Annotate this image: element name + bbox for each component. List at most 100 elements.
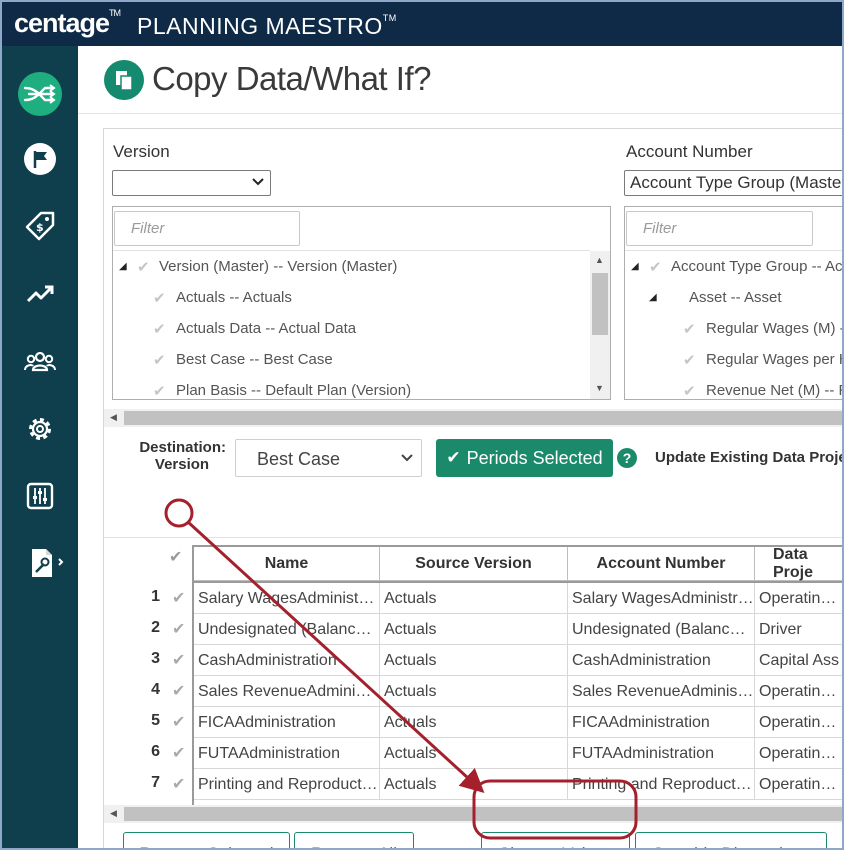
check-icon[interactable]: ✔ bbox=[153, 351, 166, 369]
row-check-icon[interactable]: ✔ bbox=[172, 619, 185, 639]
table-row[interactable]: 1 ✔ Salary WagesAdministr… Actuals Salar… bbox=[104, 583, 842, 614]
cell-name[interactable]: FUTAAdministration bbox=[194, 738, 380, 769]
sidebar-item-trends[interactable] bbox=[16, 270, 64, 318]
column-header-source-version[interactable]: Source Version bbox=[380, 547, 568, 581]
version-tree-item[interactable]: Actuals -- Actuals bbox=[176, 289, 292, 306]
cell-data-projection[interactable]: Operating E bbox=[755, 707, 842, 738]
cell-data-projection[interactable]: Operating E bbox=[755, 769, 842, 800]
cell-source-version[interactable]: Actuals bbox=[380, 583, 568, 614]
grid-horizontal-scrollbar[interactable]: ◀ bbox=[104, 805, 842, 823]
table-row[interactable]: 7 ✔ Printing and Reproduct… Actuals Prin… bbox=[104, 769, 842, 801]
check-icon[interactable]: ✔ bbox=[683, 320, 696, 338]
scroll-down-icon[interactable]: ▼ bbox=[595, 383, 604, 393]
scroll-thumb[interactable] bbox=[124, 411, 842, 425]
check-icon[interactable]: ✔ bbox=[683, 351, 696, 369]
sidebar-item-settings[interactable] bbox=[16, 405, 64, 453]
filters-horizontal-scrollbar[interactable]: ◀ bbox=[104, 409, 842, 427]
override-dimensions-button[interactable]: Override Dimensions bbox=[635, 832, 827, 848]
version-tree-item[interactable]: Version (Master) -- Version (Master) bbox=[159, 258, 397, 275]
check-icon[interactable]: ✔ bbox=[137, 258, 150, 276]
scroll-thumb[interactable] bbox=[124, 807, 842, 821]
check-icon[interactable]: ✔ bbox=[683, 382, 696, 399]
scroll-thumb[interactable] bbox=[592, 273, 608, 335]
remove-selected-button[interactable]: Remove Selected bbox=[123, 832, 290, 848]
version-tree-item[interactable]: Best Case -- Best Case bbox=[176, 351, 333, 368]
table-row[interactable]: 3 ✔ CashAdministration Actuals CashAdmin… bbox=[104, 645, 842, 676]
cell-account-number[interactable]: Printing and Reproduct… bbox=[568, 769, 755, 800]
sidebar-item-adjustments[interactable] bbox=[16, 472, 64, 520]
version-tree-item[interactable]: Actuals Data -- Actual Data bbox=[176, 320, 356, 337]
row-check-icon[interactable]: ✔ bbox=[172, 650, 185, 670]
destination-version-select[interactable]: Best Case bbox=[235, 439, 422, 477]
account-number-select[interactable]: Account Type Group (Maste bbox=[624, 170, 842, 196]
column-header-data-projection[interactable]: Data Proje bbox=[755, 546, 842, 581]
cell-data-projection[interactable]: Operating E bbox=[755, 676, 842, 707]
cell-account-number[interactable]: FUTAAdministration bbox=[568, 738, 755, 769]
account-tree-item[interactable]: Regular Wages (M) -- bbox=[706, 320, 842, 337]
check-icon[interactable]: ✔ bbox=[153, 289, 166, 307]
sidebar-item-reports[interactable] bbox=[22, 539, 70, 587]
help-icon[interactable]: ? bbox=[617, 448, 637, 468]
row-check-icon[interactable]: ✔ bbox=[172, 774, 185, 794]
cell-name[interactable]: Undesignated (Balance… bbox=[194, 614, 380, 645]
table-row[interactable]: 5 ✔ FICAAdministration Actuals FICAAdmin… bbox=[104, 707, 842, 738]
cell-data-projection[interactable]: Driver bbox=[755, 614, 842, 645]
cell-data-projection[interactable]: Operating E bbox=[755, 738, 842, 769]
collapse-triangle-icon[interactable]: ◢ bbox=[119, 261, 127, 272]
sidebar-item-flag[interactable] bbox=[16, 135, 64, 183]
table-row[interactable]: 4 ✔ Sales RevenueAdminis… Actuals Sales … bbox=[104, 676, 842, 707]
cell-source-version[interactable]: Actuals bbox=[380, 645, 568, 676]
cell-name[interactable]: CashAdministration bbox=[194, 645, 380, 676]
account-tree-item[interactable]: Account Type Group -- Acc bbox=[671, 258, 842, 275]
column-header-account-number[interactable]: Account Number bbox=[568, 547, 755, 581]
account-tree-item[interactable]: Asset -- Asset bbox=[689, 289, 782, 306]
check-icon[interactable]: ✔ bbox=[649, 258, 662, 276]
cell-source-version[interactable]: Actuals bbox=[380, 676, 568, 707]
row-check-icon[interactable]: ✔ bbox=[172, 681, 185, 701]
version-filter-input[interactable]: Filter bbox=[114, 211, 300, 246]
cell-account-number[interactable]: Salary WagesAdministr… bbox=[568, 583, 755, 614]
cell-account-number[interactable]: CashAdministration bbox=[568, 645, 755, 676]
scroll-up-icon[interactable]: ▲ bbox=[595, 255, 604, 265]
collapse-triangle-icon[interactable]: ◢ bbox=[649, 292, 657, 303]
row-check-icon[interactable]: ✔ bbox=[172, 588, 185, 608]
sidebar-item-home[interactable] bbox=[16, 70, 64, 118]
cell-name[interactable]: FICAAdministration bbox=[194, 707, 380, 738]
select-all-check-icon[interactable]: ✔ bbox=[169, 547, 182, 567]
cell-source-version[interactable]: Actuals bbox=[380, 738, 568, 769]
cell-name[interactable]: Printing and Reproduct… bbox=[194, 769, 380, 800]
account-tree-item[interactable]: Regular Wages per H bbox=[706, 351, 842, 368]
version-tree-scrollbar[interactable]: ▲ ▼ bbox=[590, 251, 610, 399]
row-check-icon[interactable]: ✔ bbox=[172, 712, 185, 732]
cell-source-version[interactable]: Actuals bbox=[380, 614, 568, 645]
table-row[interactable]: 6 ✔ FUTAAdministration Actuals FUTAAdmin… bbox=[104, 738, 842, 769]
cell-name[interactable]: Sales RevenueAdminis… bbox=[194, 676, 380, 707]
flag-icon bbox=[24, 143, 56, 175]
brand-name: centage bbox=[14, 8, 110, 38]
table-row[interactable]: 2 ✔ Undesignated (Balance… Actuals Undes… bbox=[104, 614, 842, 645]
cell-name[interactable]: Salary WagesAdministr… bbox=[194, 583, 380, 614]
scroll-left-icon[interactable]: ◀ bbox=[110, 412, 117, 423]
check-icon[interactable]: ✔ bbox=[153, 382, 166, 399]
column-header-name[interactable]: Name bbox=[194, 547, 380, 581]
remove-all-button[interactable]: Remove All bbox=[294, 832, 414, 848]
cell-account-number[interactable]: Undesignated (Balance… bbox=[568, 614, 755, 645]
collapse-triangle-icon[interactable]: ◢ bbox=[631, 261, 639, 272]
cell-account-number[interactable]: FICAAdministration bbox=[568, 707, 755, 738]
scroll-left-icon[interactable]: ◀ bbox=[110, 808, 117, 819]
account-tree-item[interactable]: Revenue Net (M) -- R bbox=[706, 382, 842, 399]
cell-source-version[interactable]: Actuals bbox=[380, 707, 568, 738]
periods-selected-button[interactable]: ✔ Periods Selected bbox=[436, 439, 613, 477]
change-values-button[interactable]: Change Values bbox=[481, 832, 630, 848]
sidebar-item-users[interactable] bbox=[16, 337, 64, 385]
cell-data-projection[interactable]: Operating E bbox=[755, 583, 842, 614]
cell-source-version[interactable]: Actuals bbox=[380, 769, 568, 800]
row-check-icon[interactable]: ✔ bbox=[172, 743, 185, 763]
cell-account-number[interactable]: Sales RevenueAdminis… bbox=[568, 676, 755, 707]
check-icon[interactable]: ✔ bbox=[153, 320, 166, 338]
version-tree-item[interactable]: Plan Basis -- Default Plan (Version) bbox=[176, 382, 411, 399]
sidebar-item-budget[interactable]: $ bbox=[16, 202, 64, 250]
version-select[interactable] bbox=[112, 170, 271, 196]
account-filter-input[interactable]: Filter bbox=[626, 211, 813, 246]
cell-data-projection[interactable]: Capital Ass bbox=[755, 645, 842, 676]
